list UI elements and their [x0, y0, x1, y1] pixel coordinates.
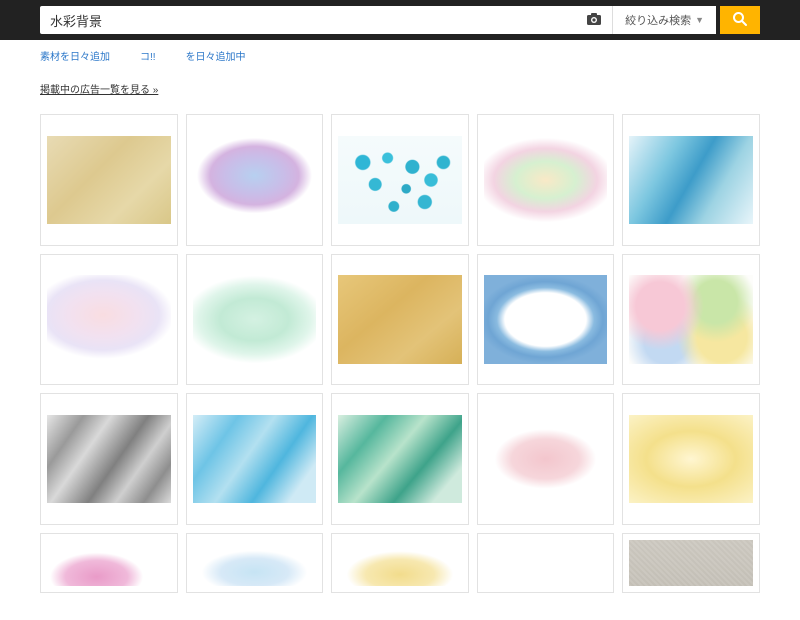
camera-search-button[interactable]	[576, 6, 612, 34]
thumbnail-card[interactable]	[331, 393, 469, 525]
thumbnail-card[interactable]	[40, 533, 178, 593]
search-input[interactable]	[40, 13, 576, 28]
thumbnail-pink-clump	[47, 540, 171, 586]
thumbnail-beige-paper	[47, 136, 171, 224]
thumbnail-card[interactable]	[477, 114, 615, 246]
thumbnail-card[interactable]	[622, 114, 760, 246]
thumbnail-card[interactable]	[477, 254, 615, 386]
thumbnail-pastel-green-pink	[484, 136, 608, 224]
thumbnail-pink-lilac-soft	[47, 275, 171, 363]
thumbnail-card[interactable]	[186, 114, 324, 246]
ad-snippet[interactable]: を日々追加中	[186, 48, 246, 63]
thumbnail-card[interactable]	[186, 254, 324, 386]
search-icon	[732, 11, 748, 30]
thumbnail-card[interactable]	[622, 254, 760, 386]
ad-snippet[interactable]: 素材を日々追加	[40, 48, 110, 63]
camera-icon	[586, 12, 602, 29]
thumbnail-card[interactable]	[622, 393, 760, 525]
ads-list-link[interactable]: 掲載中の広告一覧を見る »	[40, 81, 158, 96]
thumbnail-card[interactable]	[331, 254, 469, 386]
thumbnail-blue-frame	[484, 275, 608, 363]
thumbnail-card[interactable]	[40, 254, 178, 386]
thumbnail-card[interactable]	[622, 533, 760, 593]
search-button[interactable]	[720, 6, 760, 34]
thumbnail-grey-fabric	[629, 540, 753, 586]
thumbnail-teal-green-flow	[338, 415, 462, 503]
thumbnail-card[interactable]	[331, 533, 469, 593]
thumbnail-ochre-paper	[338, 275, 462, 363]
filter-dropdown-button[interactable]: 絞り込み検索 ▼	[612, 6, 716, 34]
content-area: 素材を日々追加 コ!! を日々追加中 掲載中の広告一覧を見る »	[0, 40, 800, 593]
thumbnail-yellow-glow	[629, 415, 753, 503]
thumbnail-pink-blob	[484, 415, 608, 503]
filter-label: 絞り込み検索	[625, 12, 691, 28]
thumbnail-cyan-spots	[338, 136, 462, 224]
thumbnail-mint-wash	[193, 275, 317, 363]
thumbnail-card[interactable]	[186, 533, 324, 593]
thumbnail-pastel-purple-blue	[193, 136, 317, 224]
thumbnail-grid	[40, 114, 760, 593]
thumbnail-blue-teal-wash	[629, 136, 753, 224]
chevron-down-icon: ▼	[695, 15, 704, 25]
thumbnail-card[interactable]	[40, 114, 178, 246]
thumbnail-cyan-ice	[193, 415, 317, 503]
thumbnail-card[interactable]	[477, 533, 615, 593]
ad-snippet-row: 素材を日々追加 コ!! を日々追加中	[40, 40, 760, 69]
search-wrapper: 絞り込み検索 ▼	[40, 6, 716, 34]
thumbnail-rainbow-soft	[629, 275, 753, 363]
thumbnail-pastel-blob	[193, 540, 317, 586]
thumbnail-yellow-blob	[338, 540, 462, 586]
thumbnail-card[interactable]	[40, 393, 178, 525]
thumbnail-card[interactable]	[331, 114, 469, 246]
thumbnail-card[interactable]	[186, 393, 324, 525]
ad-snippet[interactable]: コ!!	[140, 48, 156, 63]
thumbnail-empty-white	[484, 540, 608, 586]
thumbnail-grey-grunge	[47, 415, 171, 503]
header-bar: 絞り込み検索 ▼	[0, 0, 800, 40]
thumbnail-card[interactable]	[477, 393, 615, 525]
